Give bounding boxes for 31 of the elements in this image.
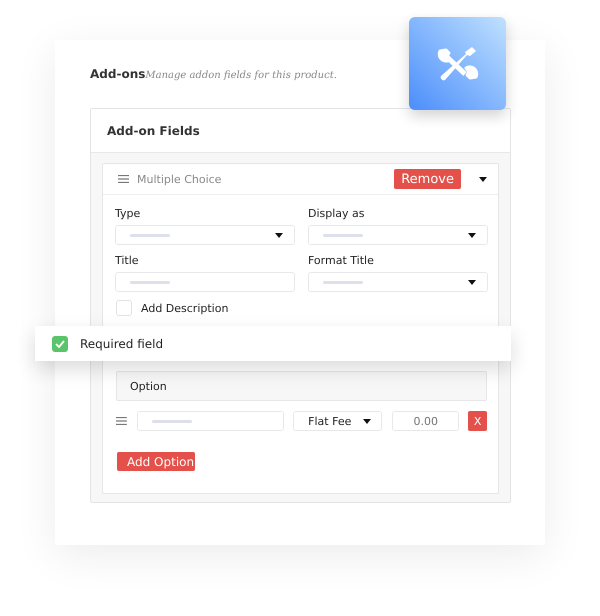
remove-button[interactable]: Remove: [394, 169, 461, 189]
caret-icon: [363, 418, 372, 424]
page-subtitle: Manage addon fields for this product.: [145, 70, 337, 81]
caret-icon: [275, 232, 283, 238]
remove-option-button[interactable]: X: [468, 411, 487, 431]
field-label: Title: [115, 254, 140, 267]
drag-handle-icon[interactable]: [116, 417, 127, 425]
checkbox[interactable]: [116, 300, 132, 316]
caret-icon: [468, 232, 476, 238]
options-header: Option: [116, 371, 487, 401]
option-name-field[interactable]: [136, 411, 284, 431]
fee-type-select[interactable]: Flat Fee: [293, 411, 382, 431]
add-option-button[interactable]: Add Option: [117, 452, 196, 471]
select-field[interactable]: [308, 225, 488, 245]
price-field[interactable]: 0.00: [392, 411, 460, 431]
field-label: Format Title: [308, 254, 375, 267]
input-field[interactable]: [115, 272, 295, 292]
check-icon: [55, 340, 65, 348]
collapse-toggle[interactable]: [479, 176, 487, 182]
checkbox-label: Add Description: [141, 302, 228, 314]
field-label: Display as: [308, 207, 366, 220]
checkbox[interactable]: [52, 336, 68, 352]
group-title: Multiple Choice: [137, 172, 222, 186]
select-field[interactable]: [115, 225, 295, 245]
drag-handle-icon[interactable]: [118, 175, 129, 183]
select-field[interactable]: [308, 272, 488, 292]
caret-icon: [468, 280, 476, 284]
field-label: Type: [115, 207, 142, 220]
page-title: Add-ons: [90, 67, 146, 81]
checkbox-label: Required field: [80, 336, 164, 350]
panel-title: Add-on Fields: [107, 124, 200, 138]
